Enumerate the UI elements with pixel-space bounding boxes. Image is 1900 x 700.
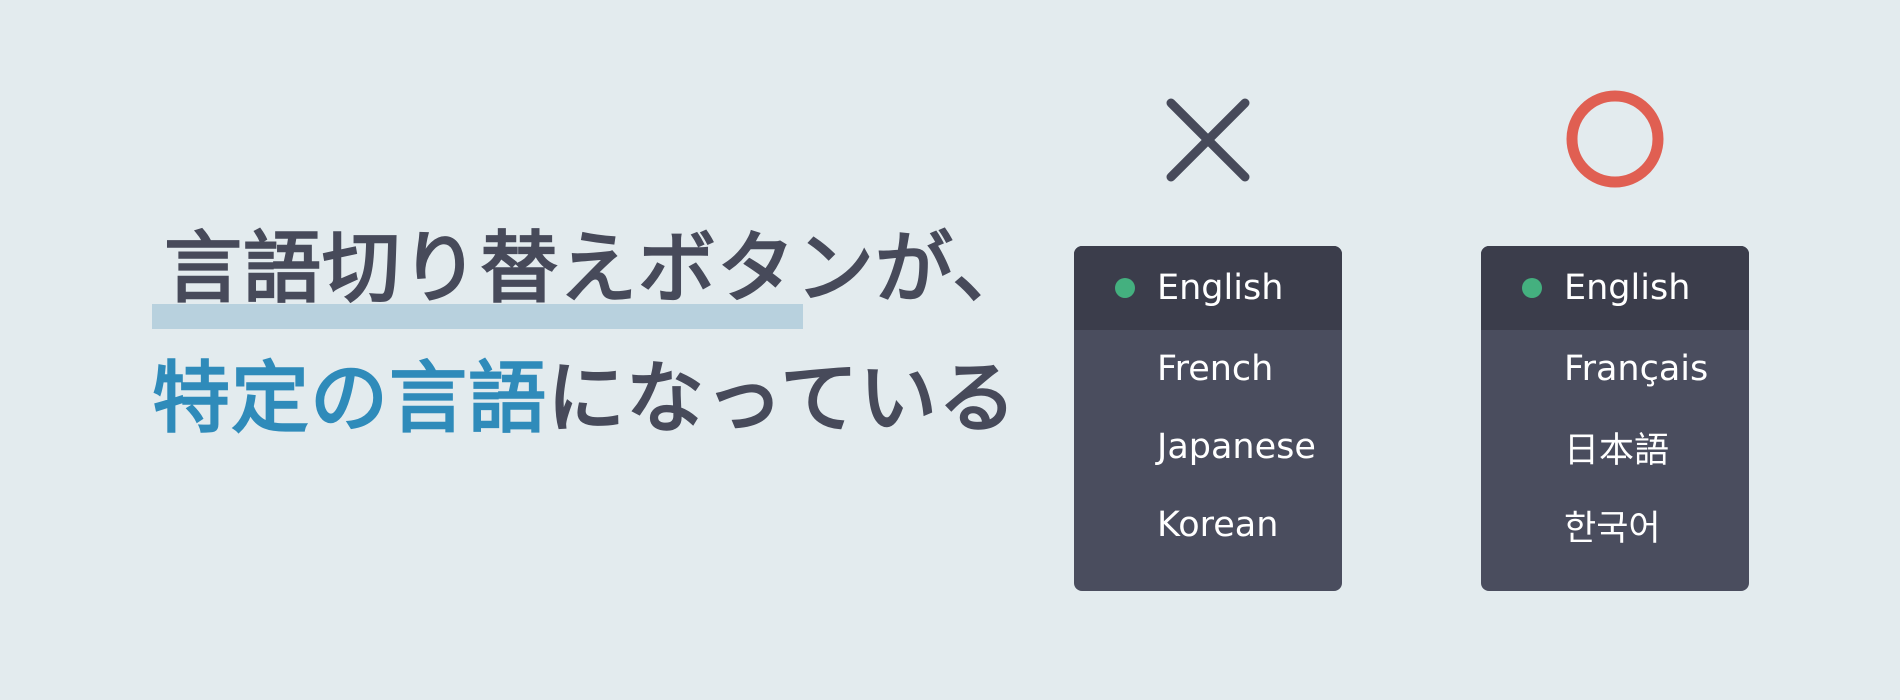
menu-item-french[interactable]: French xyxy=(1074,330,1342,408)
menu-item-label: Japanese xyxy=(1157,427,1316,467)
circle-icon xyxy=(1566,90,1664,188)
menu-item-label: 日本語 xyxy=(1564,430,1670,471)
menu-item-hangugeo[interactable]: 한국어 xyxy=(1481,486,1749,564)
menu-item-label: French xyxy=(1157,349,1274,389)
selected-dot-icon xyxy=(1522,278,1542,298)
language-menu-bad-example: English French Japanese Korean xyxy=(1074,246,1342,591)
headline-line-2: 特定の言語になっている xyxy=(152,360,1031,438)
x-icon xyxy=(1166,98,1250,182)
menu-item-nihongo[interactable]: 日本語 xyxy=(1481,408,1749,486)
menu-item-label: Français xyxy=(1564,349,1709,389)
menu-item-english[interactable]: English xyxy=(1074,246,1342,330)
menu-item-english[interactable]: English xyxy=(1481,246,1749,330)
headline-accent-specific: 特定 xyxy=(152,354,311,444)
menu-item-label: English xyxy=(1564,268,1691,308)
menu-item-label: English xyxy=(1157,268,1284,308)
language-menu-good-example: English Français 日本語 한국어 xyxy=(1481,246,1749,591)
headline-accent-no: の xyxy=(310,354,390,444)
menu-item-japanese[interactable]: Japanese xyxy=(1074,408,1342,486)
menu-item-label: Korean xyxy=(1157,505,1279,545)
menu-item-label: 한국어 xyxy=(1564,508,1661,549)
selected-dot-icon xyxy=(1115,278,1135,298)
headline-line-1: 言語切り替えボタンが、 xyxy=(152,230,1031,329)
menu-item-korean[interactable]: Korean xyxy=(1074,486,1342,564)
headline-accent-language: 言語 xyxy=(389,354,548,444)
headline-line-2-rest: になっている xyxy=(547,354,1018,444)
headline: 言語切り替えボタンが、 特定の言語になっている xyxy=(152,230,1031,438)
headline-line-1-text: 言語切り替えボタンが、 xyxy=(164,224,1032,314)
menu-item-francais[interactable]: Français xyxy=(1481,330,1749,408)
